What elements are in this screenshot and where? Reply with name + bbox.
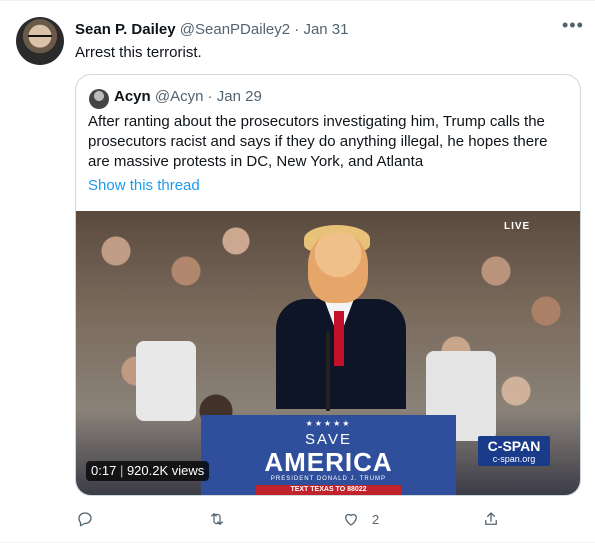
quoted-author-handle[interactable]: @Acyn [155,88,204,105]
top-divider [0,0,595,1]
retweet-button[interactable] [208,507,226,531]
share-button[interactable] [482,507,500,531]
podium-line-1: SAVE [305,431,352,448]
tweet-actions: 2 [0,507,595,531]
tweet-date[interactable]: Jan 31 [303,21,348,38]
tweet-text: Arrest this terrorist. [75,44,202,61]
network-logo: C-SPAN c-span.org [478,436,550,466]
crowd-shirt [136,341,196,421]
speaker-head [308,233,368,303]
quoted-tweet-header: Acyn @Acyn · Jan 29 [114,88,262,105]
author-avatar[interactable] [16,17,64,65]
podium-text-bar: TEXT TEXAS TO 88022 [256,485,401,495]
reply-button[interactable] [76,507,94,531]
like-count: 2 [372,511,380,527]
separator-dot: · [294,21,300,38]
tweet-header: Sean P. Dailey @SeanPDailey2 · Jan 31 [75,21,348,38]
video-stats-badge: 0:17 | 920.2K views [86,461,210,481]
reply-icon [78,512,92,527]
podium-stars: ★★★★★ [305,419,352,428]
video-views: 920.2K views [126,463,205,478]
avatar-glasses [28,35,52,43]
share-icon [485,512,497,525]
more-horizontal-icon[interactable]: ••• [562,15,584,36]
live-badge: LIVE [504,221,531,232]
speaker-tie [334,311,344,366]
podium-line-2: AMERICA [264,447,393,477]
microphone [326,331,330,411]
network-logo-text: C-SPAN [487,438,541,454]
podium-line-3: PRESIDENT DONALD J. TRUMP [270,476,387,482]
separator-dot: · [207,88,213,105]
podium-sign: ★★★★★ SAVE AMERICA PRESIDENT DONALD J. T… [201,415,456,495]
quoted-tweet-date[interactable]: Jan 29 [217,88,262,105]
quoted-author-name[interactable]: Acyn [114,88,151,105]
quoted-tweet-text: After ranting about the prosecutors inve… [88,113,548,170]
heart-icon [345,513,357,526]
network-url: c-span.org [492,454,536,464]
video-duration: 0:17 [91,463,117,478]
quoted-author-avatar[interactable] [89,89,109,109]
author-name[interactable]: Sean P. Dailey [75,21,176,38]
video-player[interactable]: ★★★★★ SAVE AMERICA PRESIDENT DONALD J. T… [76,211,580,495]
retweet-icon [211,513,223,525]
stats-separator: | [119,463,124,478]
quoted-tweet-card[interactable]: Acyn @Acyn · Jan 29 After ranting about … [75,74,581,496]
like-button[interactable]: 2 [342,507,379,531]
show-thread-link[interactable]: Show this thread [88,177,200,194]
author-handle[interactable]: @SeanPDailey2 [180,21,290,38]
